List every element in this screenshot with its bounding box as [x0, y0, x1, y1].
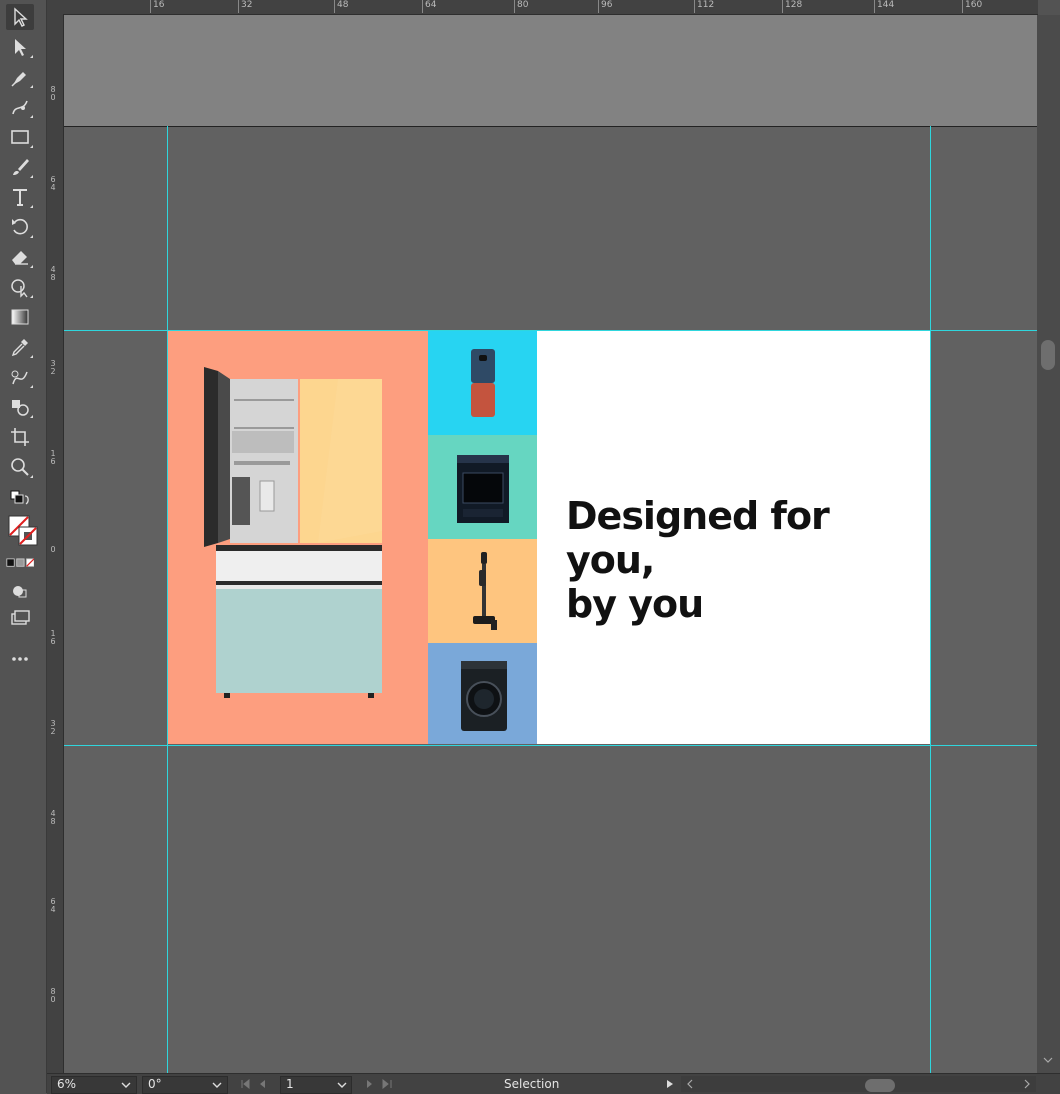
guide-horizontal-top[interactable] [64, 330, 1037, 331]
shape-builder-tool-icon[interactable] [6, 274, 34, 300]
ruler-origin[interactable] [47, 0, 64, 14]
ruler-label: 0 [50, 545, 56, 554]
ruler-label: 80 [50, 987, 56, 1004]
paintbrush-tool-icon[interactable] [6, 154, 34, 180]
fridge-panel[interactable] [168, 331, 428, 744]
ruler-label: 64 [50, 897, 56, 914]
artboard-dropdown-chevron-down-icon[interactable] [337, 1080, 347, 1090]
stick-vacuum-image [472, 552, 497, 630]
tools-panel [0, 0, 47, 1093]
eyedropper-tool-icon[interactable] [6, 334, 34, 360]
ruler-label: 48 [334, 0, 348, 13]
fill-stroke-swatch[interactable] [6, 514, 40, 550]
direct-selection-tool-icon[interactable] [6, 34, 34, 60]
ruler-label: 112 [694, 0, 714, 13]
ruler-label: 144 [874, 0, 894, 13]
headline-line-1: Designed for you, [566, 494, 830, 582]
ruler-label: 96 [598, 0, 612, 13]
pen-tool-icon[interactable] [6, 64, 34, 90]
horizontal-scrollbar[interactable] [681, 1076, 1036, 1092]
headline: Designed for you, by you [566, 494, 916, 626]
zoom-tool-icon[interactable] [6, 454, 34, 480]
edit-toolbar-icon[interactable] [6, 646, 34, 672]
rotation-value: 0° [148, 1077, 162, 1091]
first-previous-artboard-icon[interactable] [241, 1079, 281, 1089]
ruler-label: 80 [514, 0, 528, 13]
tile-range[interactable] [428, 435, 537, 539]
washing-machine-image [460, 661, 507, 731]
horizontal-scrollbar-thumb[interactable] [865, 1079, 895, 1092]
chevron-down-icon[interactable] [1043, 1055, 1053, 1065]
headline-line-2: by you [566, 582, 704, 626]
ruler-label: 64 [50, 175, 56, 192]
guide-horizontal-bottom[interactable] [64, 745, 1037, 746]
current-tool-label: Selection [504, 1077, 560, 1091]
status-menu-arrow-icon[interactable] [665, 1079, 675, 1089]
gradient-tool-icon[interactable] [6, 304, 34, 330]
vertical-scrollbar-thumb[interactable] [1041, 340, 1055, 370]
selection-tool-icon[interactable] [6, 4, 34, 30]
rectangle-tool-icon[interactable] [6, 124, 34, 150]
zoom-value: 6% [57, 1077, 77, 1091]
swap-fill-stroke-icon[interactable] [6, 486, 34, 512]
rotation-dropdown-chevron-down-icon[interactable] [212, 1080, 222, 1090]
curvature-tool-icon[interactable] [6, 94, 34, 120]
symbol-sprayer-tool-icon[interactable] [6, 394, 34, 420]
ruler-label: 32 [50, 359, 56, 376]
tile-vacuum[interactable] [428, 539, 537, 643]
oven-range-image [456, 455, 509, 523]
ruler-label: 80 [50, 85, 56, 102]
ruler-label: 128 [782, 0, 802, 13]
eraser-tool-icon[interactable] [6, 244, 34, 270]
ruler-label: 16 [50, 449, 56, 466]
tile-washer[interactable] [428, 643, 537, 744]
ruler-label: 32 [238, 0, 252, 13]
tile-phone[interactable] [428, 331, 537, 435]
scroll-left-icon[interactable] [685, 1079, 695, 1089]
type-tool-icon[interactable] [6, 184, 34, 210]
ruler-label: 16 [150, 0, 164, 13]
artboard[interactable]: Designed for you, by you [168, 331, 930, 744]
pasteboard [64, 15, 1037, 127]
color-none-gradient-modes[interactable] [6, 554, 34, 572]
vertical-ruler[interactable]: 80 64 48 32 16 0 16 32 48 64 80 [47, 14, 64, 1074]
zoom-dropdown-chevron-down-icon[interactable] [121, 1080, 131, 1090]
ruler-label: 32 [50, 719, 56, 736]
guide-vertical-left[interactable] [167, 126, 168, 1073]
artboard-number: 1 [286, 1077, 294, 1091]
ruler-label: 48 [50, 265, 56, 282]
blend-tool-icon[interactable] [6, 364, 34, 390]
scroll-right-icon[interactable] [1022, 1079, 1032, 1089]
artboard-tool-icon[interactable] [6, 424, 34, 450]
status-bar: 6% 0° 1 Selection [47, 1073, 1060, 1094]
ruler-label: 64 [422, 0, 436, 13]
next-last-artboard-icon[interactable] [365, 1079, 405, 1089]
ruler-label: 160 [962, 0, 982, 13]
flip-phone-image [470, 349, 495, 417]
guide-vertical-right[interactable] [930, 126, 931, 1073]
vertical-scrollbar[interactable] [1037, 15, 1060, 1073]
ruler-label: 48 [50, 809, 56, 826]
draw-mode-icon[interactable] [6, 578, 34, 604]
refrigerator-image[interactable] [168, 331, 428, 744]
screen-mode-icon[interactable] [6, 606, 34, 632]
horizontal-ruler[interactable]: 16 32 48 64 80 96 112 128 144 160 [64, 0, 1038, 15]
rotate-tool-icon[interactable] [6, 214, 34, 240]
ruler-label: 16 [50, 629, 56, 646]
document-canvas[interactable]: Designed for you, by you [64, 15, 1037, 1073]
